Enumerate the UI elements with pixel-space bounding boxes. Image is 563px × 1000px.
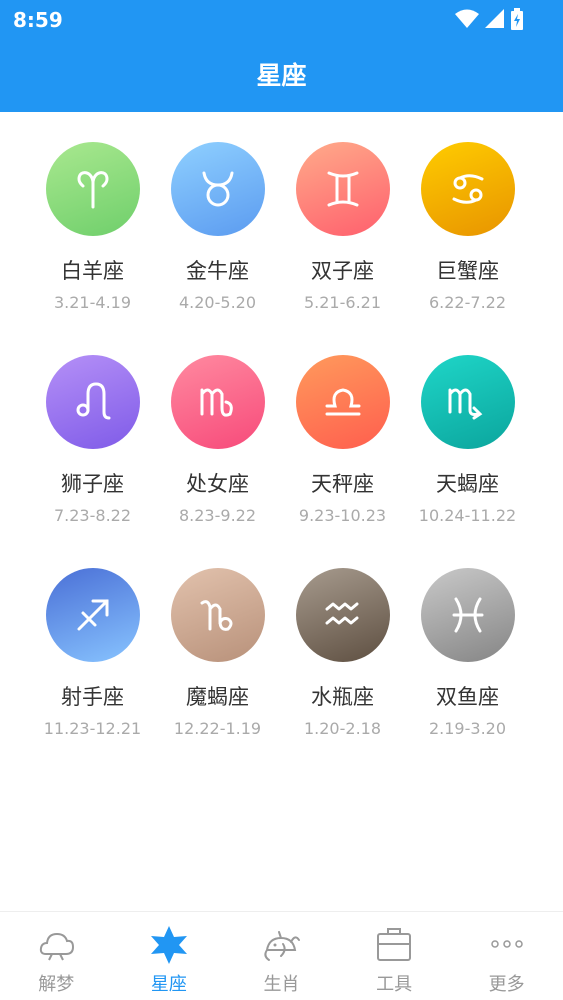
zodiac-name: 天秤座 (311, 472, 374, 496)
toolbox-icon (377, 928, 412, 961)
zodiac-item-gemini[interactable]: 双子座 5.21-6.21 (280, 142, 405, 329)
zodiac-date-range: 7.23-8.22 (53, 506, 132, 525)
zodiac-badge (45, 355, 140, 449)
tab-label: 生肖 (263, 974, 300, 995)
zodiac-badge (420, 568, 515, 662)
libra-icon (325, 388, 360, 416)
zodiac-item-aries[interactable]: 白羊座 3.21-4.19 (30, 142, 155, 329)
zodiac-item-cancer[interactable]: 巨蟹座 6.22-7.22 (405, 142, 530, 329)
aries-icon (76, 171, 109, 209)
zodiac-date-range: 3.21-4.19 (53, 293, 132, 312)
cancer-icon (452, 174, 483, 204)
zodiac-item-taurus[interactable]: 金牛座 4.20-5.20 (155, 142, 280, 329)
zodiac-badge (170, 568, 265, 662)
status-time: 8:59 (13, 8, 63, 32)
zodiac-badge (420, 142, 515, 236)
zodiac-badge (45, 568, 140, 662)
zodiac-badge (45, 142, 140, 236)
zodiac-item-virgo[interactable]: 处女座 8.23-9.22 (155, 355, 280, 542)
tab-more-dots[interactable]: 更多 (450, 912, 563, 1000)
zodiac-date-range: 4.20-5.20 (178, 293, 257, 312)
tab-label: 更多 (488, 974, 525, 995)
taurus-icon (202, 171, 233, 207)
zodiac-name: 魔蝎座 (186, 685, 249, 709)
zodiac-item-pisces[interactable]: 双鱼座 2.19-3.20 (405, 568, 530, 755)
zodiac-name: 金牛座 (186, 259, 249, 283)
zodiac-date-range: 8.23-9.22 (178, 506, 257, 525)
zodiac-badge (420, 355, 515, 449)
zodiac-name: 狮子座 (61, 472, 124, 496)
scorpio-icon (448, 388, 482, 420)
zodiac-item-leo[interactable]: 狮子座 7.23-8.22 (30, 355, 155, 542)
zodiac-badge (170, 355, 265, 449)
gemini-icon (327, 171, 358, 207)
bottom-tab-bar: 解梦 星座 生肖 工具 更多 (0, 911, 563, 1000)
page-title: 星座 (256, 61, 307, 90)
zodiac-badge (295, 142, 390, 236)
zodiac-date-range: 12.22-1.19 (173, 719, 262, 738)
zodiac-date-range: 1.20-2.18 (303, 719, 382, 738)
zodiac-name: 处女座 (186, 472, 249, 496)
status-bar: 8:59 (0, 0, 563, 40)
zodiac-item-sagittarius[interactable]: 射手座 11.23-12.21 (30, 568, 155, 755)
tab-label: 星座 (150, 974, 187, 995)
virgo-icon (200, 388, 233, 417)
zodiac-date-range: 10.24-11.22 (418, 506, 517, 525)
zodiac-badge (170, 142, 265, 236)
zodiac-name: 双子座 (311, 259, 374, 283)
app-header: 8:59 星座 (0, 0, 563, 112)
zodiac-item-libra[interactable]: 天秤座 9.23-10.23 (280, 355, 405, 542)
sagittarius-icon (77, 599, 108, 631)
star-icon (150, 926, 187, 964)
zodiac-date-range: 9.23-10.23 (298, 506, 387, 525)
mouse-icon (264, 931, 301, 961)
more-dots-icon (490, 940, 523, 948)
tab-label: 工具 (376, 974, 413, 995)
zodiac-item-capricorn[interactable]: 魔蝎座 12.22-1.19 (155, 568, 280, 755)
tab-star[interactable]: 星座 (113, 912, 226, 1000)
aquarius-icon (325, 602, 358, 625)
zodiac-date-range: 2.19-3.20 (428, 719, 507, 738)
zodiac-date-range: 5.21-6.21 (303, 293, 382, 312)
battery-icon (511, 8, 523, 30)
zodiac-badge (295, 355, 390, 449)
capricorn-icon (200, 600, 232, 631)
zodiac-name: 射手座 (61, 685, 124, 709)
zodiac-name: 天蝎座 (436, 472, 499, 496)
signal-icon (485, 9, 504, 28)
tab-label: 解梦 (38, 974, 75, 995)
zodiac-name: 白羊座 (61, 259, 124, 283)
zodiac-name: 双鱼座 (436, 685, 499, 709)
tab-mouse[interactable]: 生肖 (225, 912, 338, 1000)
zodiac-date-range: 6.22-7.22 (428, 293, 507, 312)
zodiac-name: 巨蟹座 (436, 259, 499, 283)
zodiac-name: 水瓶座 (311, 685, 374, 709)
tab-cloud[interactable]: 解梦 (0, 912, 113, 1000)
leo-icon (76, 382, 110, 420)
zodiac-badge (295, 568, 390, 662)
status-icons (455, 8, 523, 30)
zodiac-item-aquarius[interactable]: 水瓶座 1.20-2.18 (280, 568, 405, 755)
wifi-icon (455, 9, 479, 28)
zodiac-grid: 白羊座 3.21-4.19 金牛座 4.20-5.20 双子座 5.21-6.21 巨蟹座 6… (30, 142, 530, 755)
cloud-icon (40, 932, 75, 961)
zodiac-item-scorpio[interactable]: 天蝎座 10.24-11.22 (405, 355, 530, 542)
pisces-icon (452, 597, 483, 633)
tab-toolbox[interactable]: 工具 (338, 912, 451, 1000)
zodiac-date-range: 11.23-12.21 (43, 719, 142, 738)
